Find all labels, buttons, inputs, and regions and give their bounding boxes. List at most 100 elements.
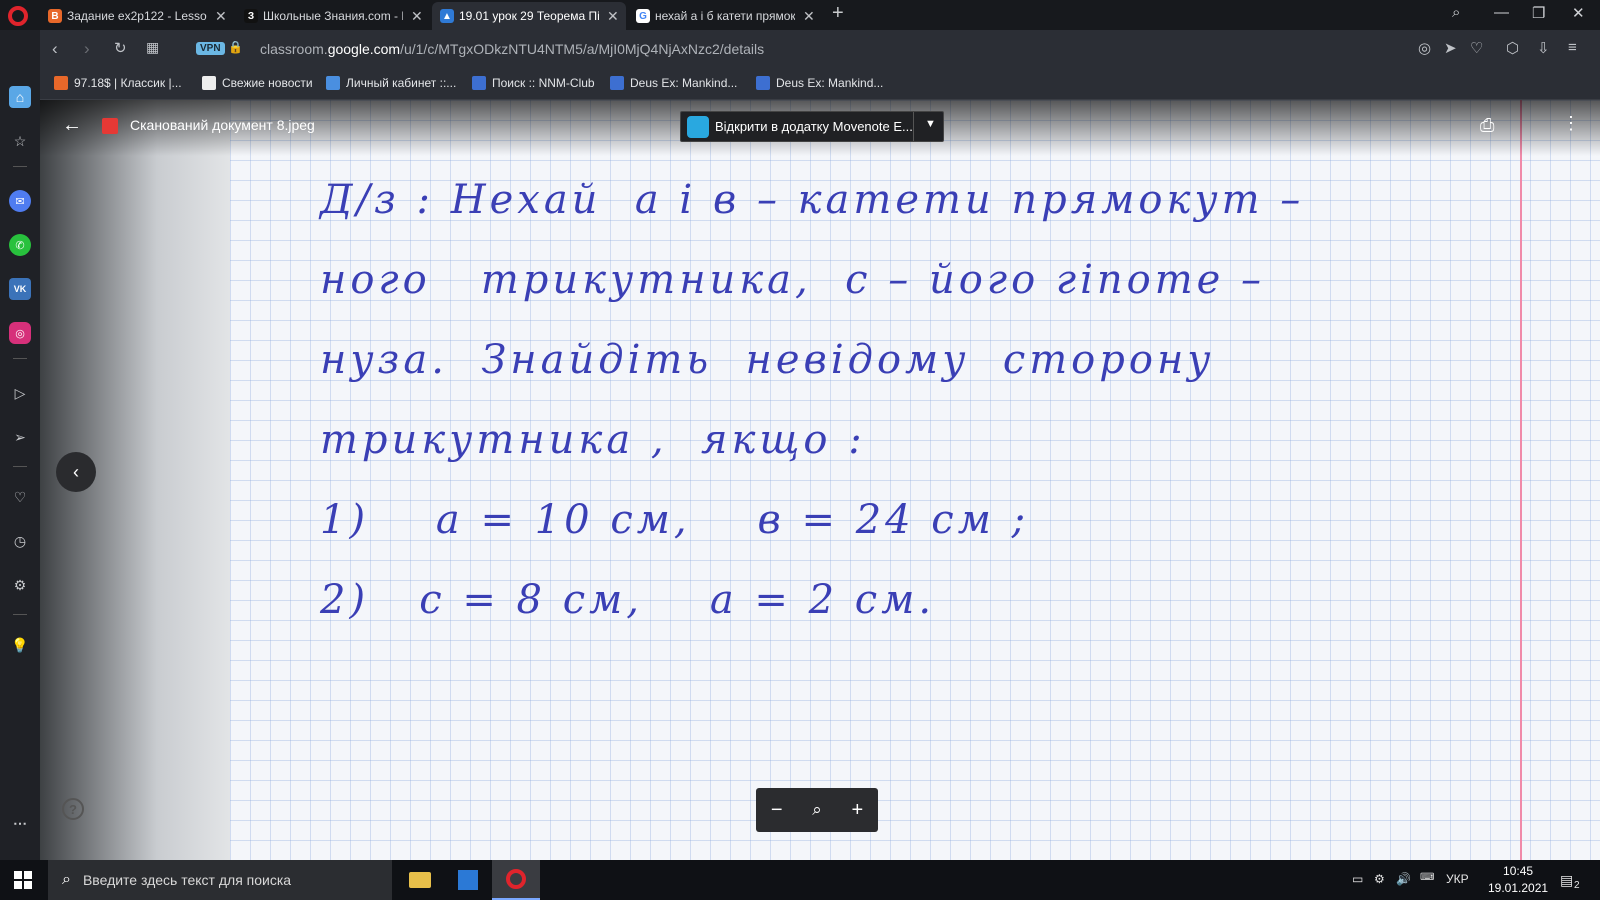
taskbar-search[interactable]: ⌕ Введите здесь текст для поиска xyxy=(48,860,392,900)
close-icon[interactable]: ✕ xyxy=(411,8,423,25)
page-icon xyxy=(202,76,216,90)
network-icon[interactable]: ▭ xyxy=(1352,872,1363,886)
send-icon[interactable]: ➤ xyxy=(1444,39,1457,57)
windows-start-icon[interactable] xyxy=(14,871,32,889)
bookmark-item[interactable]: Поиск :: NNM-Club xyxy=(472,76,595,90)
back-button[interactable]: ‹ xyxy=(52,39,58,59)
hand-line: 2) с = 8 см, а = 2 см. xyxy=(320,577,936,623)
bookmark-item[interactable]: Deus Ex: Mankind... xyxy=(610,76,737,90)
language-indicator[interactable]: УКР xyxy=(1446,872,1469,886)
forward-button[interactable]: › xyxy=(84,39,90,59)
messenger-icon[interactable]: ✉ xyxy=(9,190,31,212)
bookmark-label: Свежие новости xyxy=(222,76,313,90)
margin-line xyxy=(1520,100,1522,860)
reload-button[interactable]: ↻ xyxy=(114,39,127,57)
dropdown-arrow-icon[interactable]: ▼ xyxy=(925,118,936,130)
heart-icon[interactable]: ♡ xyxy=(9,486,31,508)
search-icon: ⌕ xyxy=(62,871,71,888)
lock-icon[interactable]: 🔒 xyxy=(228,40,243,54)
document-title: Сканований документ 8.jpeg xyxy=(130,117,315,133)
address-bar: ‹ › ↻ ▦ VPN 🔒 classroom.google.com/u/1/c… xyxy=(40,30,1600,70)
speed-dial-icon[interactable]: ▦ xyxy=(146,39,159,56)
more-icon[interactable]: ⋯ xyxy=(9,812,31,834)
tab-favicon: З xyxy=(244,9,258,23)
cube-icon[interactable]: ⬡ xyxy=(1506,39,1519,57)
bookmarks-bar: 97.18$ | Классик |... Свежие новости Лич… xyxy=(40,70,1600,100)
zoom-in-button[interactable]: + xyxy=(851,799,863,822)
nnm-icon xyxy=(472,76,486,90)
zoom-out-button[interactable]: − xyxy=(771,799,783,822)
opera-logo-icon[interactable] xyxy=(8,6,28,26)
bookmark-label: Личный кабинет ::... xyxy=(346,76,457,90)
print-icon[interactable]: ⎙ xyxy=(1480,115,1494,136)
bookmark-item[interactable]: 97.18$ | Классик |... xyxy=(54,76,182,90)
nnm-icon xyxy=(610,76,624,90)
search-placeholder: Введите здесь текст для поиска xyxy=(82,872,292,888)
star-icon[interactable]: ☆ xyxy=(9,130,31,152)
new-tab-button[interactable]: + xyxy=(832,2,844,25)
bookmark-label: 97.18$ | Классик |... xyxy=(74,76,182,90)
zoom-icon[interactable]: ⌕ xyxy=(812,800,822,820)
hand-line: 1) а = 10 см, в = 24 см ; xyxy=(320,497,1030,543)
sidebar-divider xyxy=(13,466,27,467)
wifi-icon[interactable]: ⚙ xyxy=(1374,872,1385,886)
download-icon[interactable]: ⇩ xyxy=(1537,39,1550,57)
url-domain: google.com xyxy=(327,41,401,57)
tab-classroom[interactable]: ▲ 19.01 урок 29 Теорема Пі ✕ xyxy=(432,2,626,30)
tab-title: нехай а і б катети прямок xyxy=(655,9,795,23)
tab-znania[interactable]: З Школьные Знания.com - Р ✕ xyxy=(236,2,430,30)
close-icon[interactable]: ✕ xyxy=(803,8,815,25)
tab-google-search[interactable]: G нехай а і б катети прямок ✕ xyxy=(628,2,822,30)
vpn-badge[interactable]: VPN xyxy=(196,42,225,55)
bookmark-icon xyxy=(54,76,68,90)
search-tabs-icon[interactable]: ⌕ xyxy=(1452,4,1460,21)
more-vert-icon[interactable]: ⋮ xyxy=(1562,113,1580,134)
easy-setup-icon[interactable]: ≡ xyxy=(1568,39,1577,56)
system-clock[interactable]: 10:45 19.01.2021 xyxy=(1488,863,1548,897)
restore-button[interactable]: ❐ xyxy=(1532,4,1545,22)
url-field[interactable]: classroom.google.com/u/1/c/MTgxODkzNTU4N… xyxy=(260,41,764,57)
url-prefix: classroom. xyxy=(260,41,328,57)
opera-sidebar: ⌂ ☆ ✉ ✆ VK ◎ ▷ ➢ ♡ ◷ ⚙ 💡 ⋯ xyxy=(0,30,40,860)
opera-taskbar-icon[interactable] xyxy=(492,860,540,900)
back-arrow-icon[interactable]: ← xyxy=(62,114,82,137)
volume-icon[interactable]: 🔊 xyxy=(1396,872,1411,886)
bookmark-item[interactable]: Личный кабинет ::... xyxy=(326,76,456,90)
whatsapp-icon[interactable]: ✆ xyxy=(9,234,31,256)
lightbulb-icon[interactable]: 💡 xyxy=(9,634,31,656)
bookmark-item[interactable]: Deus Ex: Mankind... xyxy=(756,76,883,90)
zoom-controls: − ⌕ + xyxy=(756,788,878,832)
photos-app-icon[interactable] xyxy=(444,860,492,900)
home-icon[interactable]: ⌂ xyxy=(9,86,31,108)
close-icon[interactable]: ✕ xyxy=(607,8,619,25)
image-file-icon xyxy=(102,118,118,134)
clock-time: 10:45 xyxy=(1503,864,1534,878)
taskbar: ⌕ Введите здесь текст для поиска ▭ ⚙ 🔊 ⌨… xyxy=(0,860,1600,900)
tab-favicon: В xyxy=(48,9,62,23)
close-icon[interactable]: ✕ xyxy=(215,8,227,25)
settings-icon[interactable]: ⚙ xyxy=(9,574,31,596)
player-icon[interactable]: ▷ xyxy=(9,382,31,404)
nnm-icon xyxy=(756,76,770,90)
bookmark-label: Поиск :: NNM-Club xyxy=(492,76,595,90)
vk-icon[interactable]: VK xyxy=(9,278,31,300)
instagram-icon[interactable]: ◎ xyxy=(9,322,31,344)
send-icon[interactable]: ➢ xyxy=(9,426,31,448)
heart-icon[interactable]: ♡ xyxy=(1470,39,1483,57)
help-icon[interactable]: ? xyxy=(62,798,84,820)
tab-bar: В Задание ex2p122 - Lesson ✕ З Школьные … xyxy=(0,0,1600,30)
tab-lesson[interactable]: В Задание ex2p122 - Lesson ✕ xyxy=(40,2,234,30)
open-with-button[interactable]: Відкрити в додатку Movenote E... ▼ xyxy=(680,111,944,142)
previous-button[interactable]: ‹ xyxy=(56,452,96,492)
sidebar-divider xyxy=(13,166,27,167)
notification-icon[interactable]: ▤ xyxy=(1560,872,1573,889)
file-explorer-icon[interactable] xyxy=(396,860,444,900)
close-window-button[interactable]: ✕ xyxy=(1572,4,1585,22)
history-icon[interactable]: ◷ xyxy=(9,530,31,552)
google-icon: G xyxy=(636,9,650,23)
snapshot-icon[interactable]: ◎ xyxy=(1418,39,1431,57)
url-suffix: /u/1/c/MTgxODkzNTU4NTM5/a/MjI0MjQ4NjAxNz… xyxy=(400,41,765,57)
keyboard-icon[interactable]: ⌨ xyxy=(1420,872,1434,883)
bookmark-item[interactable]: Свежие новости xyxy=(202,76,313,90)
minimize-button[interactable]: — xyxy=(1494,4,1509,21)
